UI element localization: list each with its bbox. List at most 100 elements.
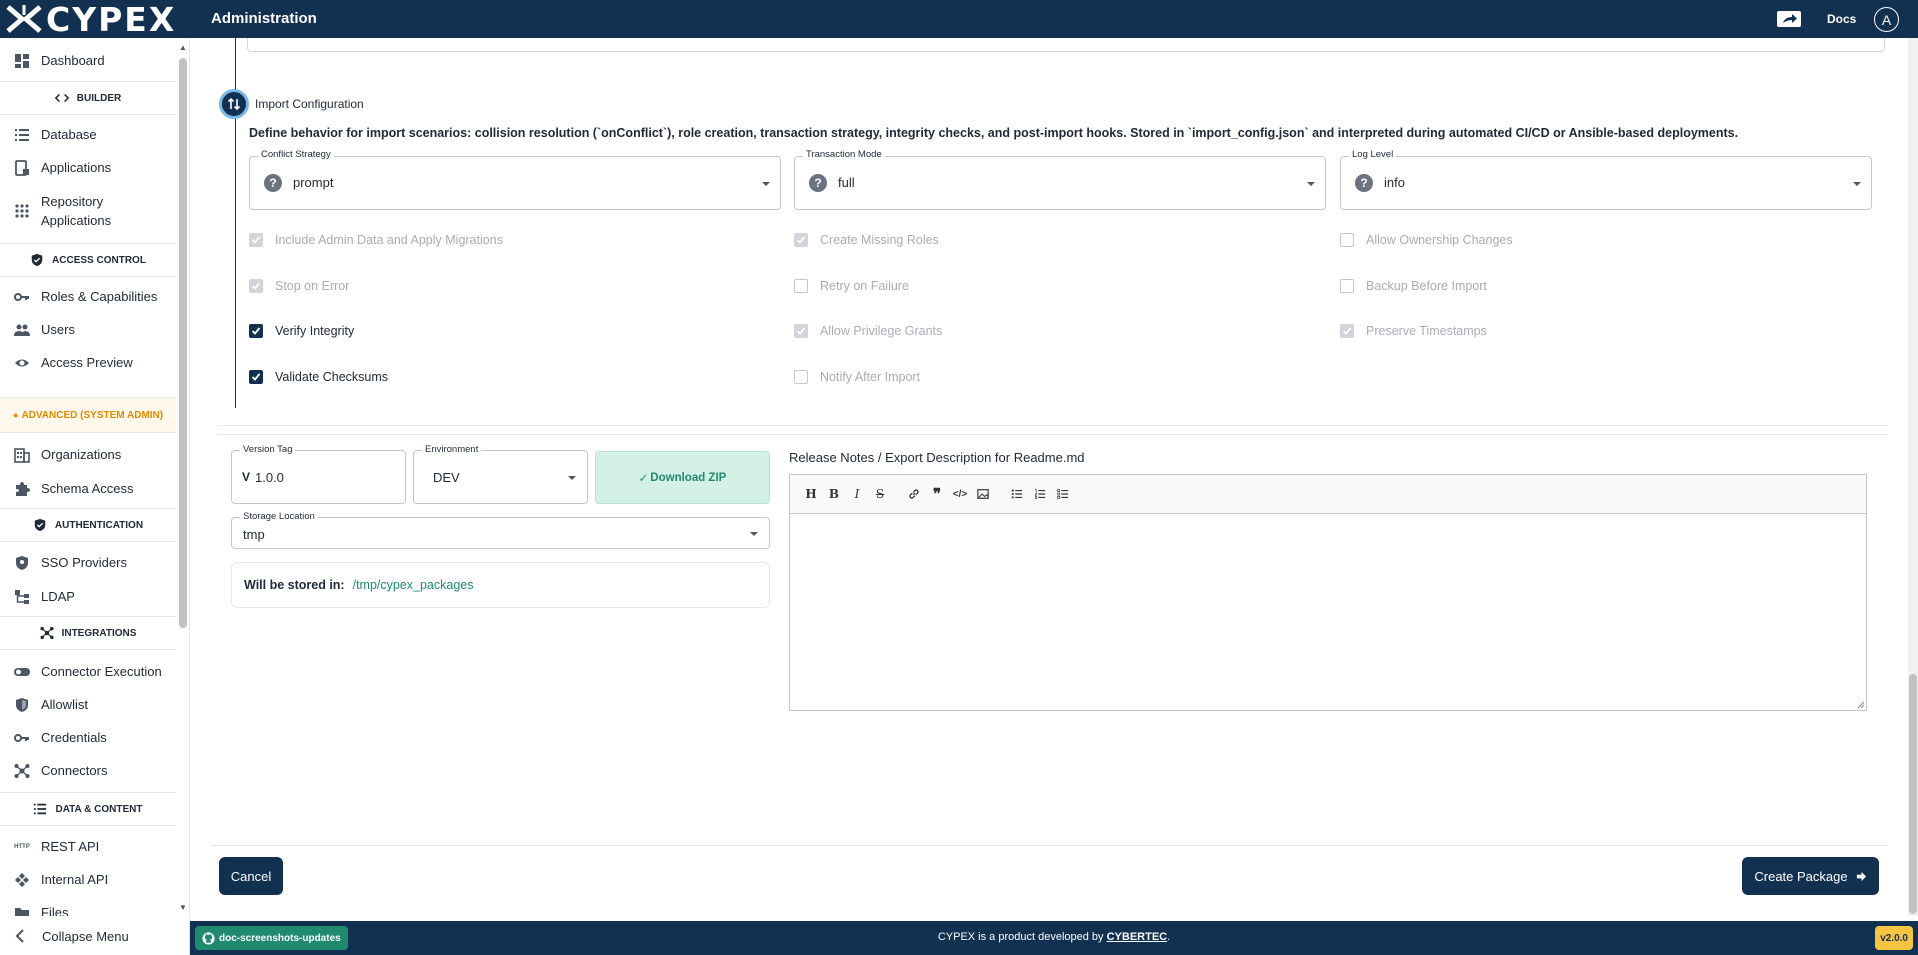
sidebar-item-internal-api[interactable]: Internal API <box>0 870 176 889</box>
checkbox-icon <box>249 324 263 338</box>
stop-on-error-checkbox[interactable]: Stop on Error <box>249 279 349 293</box>
create-package-button[interactable]: Create Package <box>1742 857 1879 895</box>
transaction-mode-select[interactable]: Transaction Mode ? full <box>794 149 1326 210</box>
allow-ownership-checkbox[interactable]: Allow Ownership Changes <box>1340 233 1513 247</box>
cypex-logo[interactable]: CYPEX <box>4 0 177 39</box>
chevron-down-icon <box>762 182 770 186</box>
sidebar-item-ldap[interactable]: LDAP <box>0 587 176 606</box>
release-notes-editor[interactable]: H B I S ❞ </> <box>789 474 1867 711</box>
sidebar-item-credentials[interactable]: Credentials <box>0 728 176 747</box>
swap-vertical-icon <box>227 97 241 111</box>
validate-checksums-checkbox[interactable]: Validate Checksums <box>249 370 388 384</box>
sidebar-item-rest-api[interactable]: HTTP REST API <box>0 837 176 856</box>
section-advanced: ● ADVANCED (SYSTEM ADMIN) <box>0 397 176 433</box>
link-icon[interactable] <box>904 484 924 504</box>
page-scrollbar[interactable] <box>1908 38 1918 916</box>
docs-link[interactable]: Docs <box>1827 12 1856 26</box>
bullet-list-icon[interactable] <box>1007 484 1027 504</box>
environment-select[interactable]: Environment DEV <box>413 444 588 504</box>
storage-location-select[interactable]: Storage Location tmp <box>231 511 770 549</box>
sidebar-item-applications[interactable]: Applications <box>0 158 176 177</box>
key-icon <box>13 729 31 747</box>
top-bar: CYPEX Administration Docs A <box>0 0 1918 39</box>
cancel-button[interactable]: Cancel <box>219 857 283 895</box>
check-icon: ✓ <box>638 472 649 485</box>
sidebar-item-schema-access[interactable]: Schema Access <box>0 479 176 498</box>
page-scroll-thumb[interactable] <box>1909 674 1917 914</box>
strikethrough-icon[interactable]: S <box>870 484 890 504</box>
sidebar-scroll-thumb[interactable] <box>179 58 187 628</box>
code-icon[interactable]: </> <box>950 484 970 504</box>
quote-icon[interactable]: ❞ <box>927 484 947 504</box>
chevron-down-icon <box>1853 182 1861 186</box>
import-config-description: Define behavior for import scenarios: co… <box>249 126 1739 140</box>
checkbox-icon <box>1340 233 1354 247</box>
share-icon[interactable] <box>1776 9 1802 29</box>
divider <box>211 845 1888 846</box>
footer: doc-screenshots-updates CYPEX is a produ… <box>190 921 1918 955</box>
backup-before-import-checkbox[interactable]: Backup Before Import <box>1340 279 1487 293</box>
include-admin-checkbox[interactable]: Include Admin Data and Apply Migrations <box>249 233 503 247</box>
page-title: Administration <box>211 10 317 27</box>
release-notes-textarea[interactable] <box>790 515 1866 710</box>
help-icon[interactable]: ? <box>1355 174 1373 192</box>
chevron-down-icon <box>568 476 576 480</box>
section-access-control: ACCESS CONTROL <box>0 243 176 277</box>
api-icon <box>13 871 31 889</box>
image-icon[interactable] <box>973 484 993 504</box>
numbered-list-icon[interactable] <box>1030 484 1050 504</box>
version-tag-input[interactable]: Version Tag V 1.0.0 <box>231 444 406 504</box>
heading-icon[interactable]: H <box>801 484 821 504</box>
sidebar-item-organizations[interactable]: Organizations <box>0 445 176 464</box>
environment-value: DEV <box>433 470 460 485</box>
help-icon[interactable]: ? <box>264 174 282 192</box>
lock-icon: ● <box>13 410 19 420</box>
allow-privilege-grants-checkbox[interactable]: Allow Privilege Grants <box>794 324 942 338</box>
create-missing-roles-checkbox[interactable]: Create Missing Roles <box>794 233 939 247</box>
chevron-left-icon <box>12 928 28 944</box>
retry-on-failure-checkbox[interactable]: Retry on Failure <box>794 279 909 293</box>
scroll-down-icon[interactable]: ▼ <box>178 904 188 912</box>
checkbox-icon <box>794 324 808 338</box>
sidebar-item-connectors[interactable]: Connectors <box>0 761 176 780</box>
sidebar-item-sso-providers[interactable]: SSO Providers <box>0 553 176 572</box>
user-avatar[interactable]: A <box>1874 7 1899 32</box>
shield-check-icon <box>34 518 46 532</box>
bold-icon[interactable]: B <box>824 484 844 504</box>
sidebar-item-users[interactable]: Users <box>0 320 176 339</box>
logo-text: CYPEX <box>46 0 177 39</box>
collapse-menu-button[interactable]: Collapse Menu <box>0 917 190 955</box>
conflict-strategy-select[interactable]: Conflict Strategy ? prompt <box>249 149 781 210</box>
divider <box>218 425 1888 426</box>
sidebar-scrollbar[interactable]: ▲ ▼ <box>178 44 188 912</box>
resize-handle-icon[interactable] <box>1857 701 1865 709</box>
storage-path-info: Will be stored in: /tmp/cypex_packages <box>231 562 770 608</box>
sidebar-item-connector-execution[interactable]: Connector Execution <box>0 662 176 681</box>
sidebar-item-label: Dashboard <box>41 53 105 68</box>
footer-credit: CYPEX is a product developed by CYBERTEC… <box>937 931 1171 943</box>
sidebar-item-dashboard[interactable]: Dashboard <box>0 51 176 70</box>
list-icon <box>34 803 47 815</box>
cybertec-link[interactable]: CYBERTEC <box>1107 931 1168 943</box>
sidebar-item-repository-applications[interactable]: Repository Applications <box>0 192 176 230</box>
italic-icon[interactable]: I <box>847 484 867 504</box>
help-icon[interactable]: ? <box>809 174 827 192</box>
sidebar-item-access-preview[interactable]: Access Preview <box>0 353 176 372</box>
notify-after-import-checkbox[interactable]: Notify After Import <box>794 370 920 384</box>
sidebar-item-roles[interactable]: Roles & Capabilities <box>0 287 176 306</box>
sidebar-item-files[interactable]: Files <box>0 903 176 916</box>
sidebar: Dashboard BUILDER Database Applications … <box>0 38 190 916</box>
preserve-timestamps-checkbox[interactable]: Preserve Timestamps <box>1340 324 1487 338</box>
checkbox-icon <box>249 233 263 247</box>
sidebar-item-allowlist[interactable]: Allowlist <box>0 695 176 714</box>
verify-integrity-checkbox[interactable]: Verify Integrity <box>249 324 354 338</box>
sidebar-item-database[interactable]: Database <box>0 125 176 144</box>
folder-icon <box>13 904 31 916</box>
divider <box>218 434 1888 435</box>
download-zip-button[interactable]: ✓ Download ZIP <box>595 451 770 504</box>
checkbox-icon <box>249 370 263 384</box>
http-icon: HTTP <box>14 843 30 850</box>
scroll-up-icon[interactable]: ▲ <box>178 44 188 52</box>
task-list-icon[interactable] <box>1053 484 1073 504</box>
log-level-select[interactable]: Log Level ? info <box>1340 149 1872 210</box>
